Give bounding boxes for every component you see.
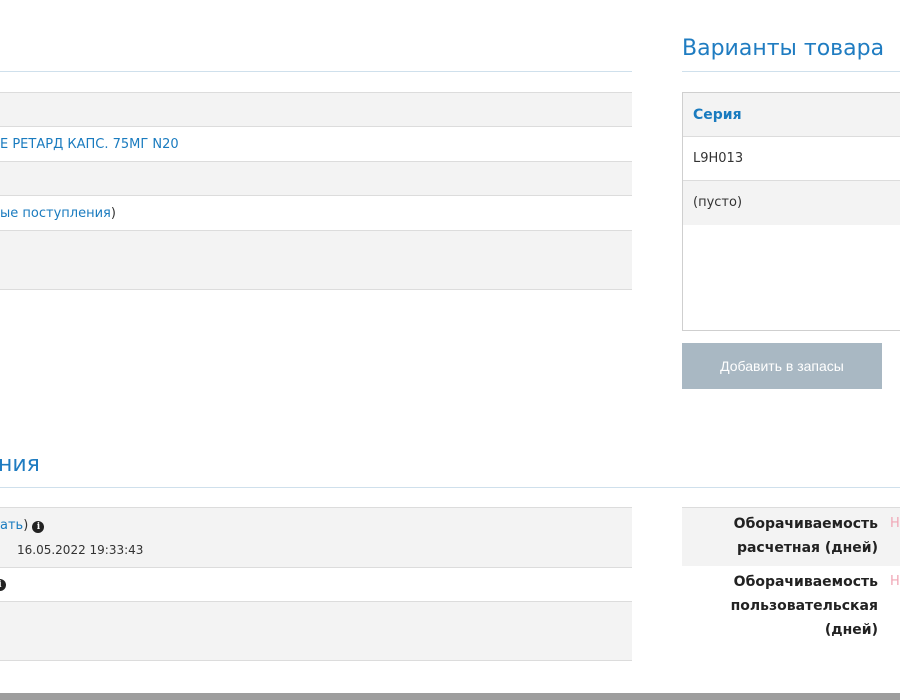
table-row: ать) i 16.05.2022 19:33:43 xyxy=(0,507,632,567)
top-left-divider xyxy=(0,71,632,72)
info-icon[interactable]: i xyxy=(0,579,6,591)
lower-info-table: ать) i 16.05.2022 19:33:43 i xyxy=(0,507,632,661)
series-value: L9H013 xyxy=(693,151,744,166)
timestamp: 16.05.2022 19:33:43 xyxy=(17,543,144,557)
variants-title: Варианты товара xyxy=(682,36,885,61)
add-to-stock-button[interactable]: Добавить в запасы xyxy=(682,343,882,389)
variants-divider xyxy=(682,71,900,72)
section-title: ния xyxy=(0,452,40,477)
variant-row[interactable]: L9H013 xyxy=(683,137,900,181)
table-row xyxy=(0,92,632,126)
edit-link[interactable]: ать xyxy=(0,518,23,533)
bottom-bar xyxy=(0,693,900,700)
turnover-custom-row: Оборачиваемость пользовательская (дней) … xyxy=(682,566,900,652)
turnover-label: (дней) xyxy=(824,622,878,638)
table-row: ые поступления) xyxy=(0,195,632,230)
variants-table: Серия L9H013 (пусто) xyxy=(682,92,900,331)
table-row: i xyxy=(0,567,632,601)
product-info-table: Е РЕТАРД КАПС. 75МГ N20 ые поступления) xyxy=(0,92,632,290)
turnover-label: расчетная (дней) xyxy=(736,540,878,556)
variant-row[interactable]: (пусто) xyxy=(683,181,900,225)
turnover-label: Оборачиваемость xyxy=(733,516,878,532)
section-divider xyxy=(0,487,900,488)
paren-text: ) xyxy=(110,206,116,221)
table-row xyxy=(0,230,632,289)
turnover-label: Оборачиваемость xyxy=(733,574,878,590)
info-icon[interactable]: i xyxy=(32,521,45,533)
table-row xyxy=(0,161,632,195)
turnover-value: Н xyxy=(890,574,900,589)
receipts-link[interactable]: ые поступления xyxy=(0,206,111,221)
paren-text: ) xyxy=(23,518,29,533)
turnover-value: Н xyxy=(890,516,900,531)
variants-header: Серия xyxy=(683,93,900,137)
table-row xyxy=(0,601,632,660)
product-name-link[interactable]: Е РЕТАРД КАПС. 75МГ N20 xyxy=(0,137,179,152)
series-value: (пусто) xyxy=(693,195,743,210)
table-row: Е РЕТАРД КАПС. 75МГ N20 xyxy=(0,126,632,161)
series-column-header[interactable]: Серия xyxy=(693,107,742,123)
turnover-label: пользовательская xyxy=(730,598,878,614)
turnover-calculated-row: Оборачиваемость расчетная (дней) Н xyxy=(682,507,900,566)
